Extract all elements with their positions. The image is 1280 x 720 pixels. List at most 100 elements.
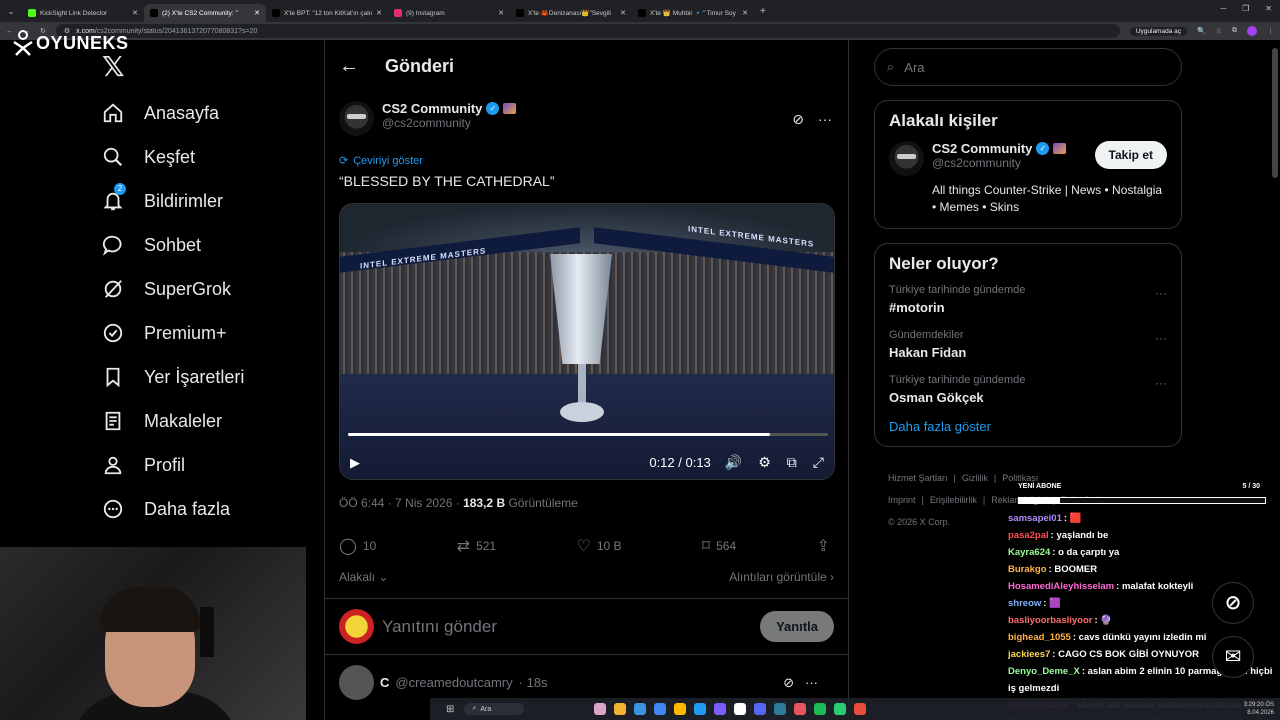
- tab-search-icon[interactable]: ⌄: [0, 7, 22, 16]
- reply-submit-button[interactable]: Yanıtla: [760, 611, 834, 642]
- post-author[interactable]: CS2 Community ✓ @cs2community: [339, 101, 834, 136]
- url-field[interactable]: ⚙ x.com/cs2community/status/204136137207…: [55, 24, 1120, 38]
- extensions-icon[interactable]: ⧉: [1232, 27, 1237, 35]
- bookmark-button[interactable]: ⌑ 564: [702, 536, 736, 556]
- footer-link[interactable]: Erişilebilirlik: [930, 495, 977, 505]
- related-person-avatar[interactable]: [889, 141, 924, 176]
- open-in-app-button[interactable]: Uygulamada aç: [1129, 26, 1187, 36]
- browser-tab[interactable]: X'te 🦀Denizanası👑"Sevgili ✕: [510, 4, 632, 22]
- close-window-icon[interactable]: ✕: [1265, 4, 1272, 13]
- footer-link[interactable]: Imprint: [888, 495, 916, 505]
- nav-item-supergrok[interactable]: SuperGrok: [92, 267, 322, 311]
- browser-tab[interactable]: KickSight Link Detector ✕: [22, 4, 144, 22]
- related-person[interactable]: CS2 Community ✓ @cs2community Takip et: [889, 141, 1167, 176]
- reply-input[interactable]: Yanıtını gönder: [382, 617, 752, 637]
- nav-item-premium-[interactable]: Premium+: [92, 311, 322, 355]
- taskbar-app-icon[interactable]: [734, 703, 747, 715]
- trend-more-icon[interactable]: ···: [1155, 286, 1167, 300]
- translate-link[interactable]: ⟳ Çeviriyi göster: [339, 154, 834, 168]
- chat-username[interactable]: Denyo_Deme_X: [1008, 666, 1080, 677]
- taskbar-app-icon[interactable]: [794, 703, 807, 715]
- chat-username[interactable]: Kayra624: [1008, 547, 1050, 558]
- tab-close-icon[interactable]: ✕: [132, 9, 138, 17]
- trend-item[interactable]: Gündemdekiler Hakan Fidan ···: [889, 329, 1167, 360]
- next-post-avatar[interactable]: [339, 665, 374, 700]
- chat-username[interactable]: samsapei01: [1008, 513, 1062, 524]
- grok-float-button[interactable]: ⊘: [1212, 582, 1254, 624]
- tab-close-icon[interactable]: ✕: [376, 9, 382, 17]
- related-person-name[interactable]: CS2 Community: [932, 141, 1032, 156]
- nav-item-makaleler[interactable]: Makaleler: [92, 399, 322, 443]
- star-icon[interactable]: ☆: [1216, 27, 1222, 35]
- taskbar-app-icon[interactable]: [834, 703, 847, 715]
- nav-item-bildirimler[interactable]: 2 Bildirimler: [92, 179, 322, 223]
- search-box[interactable]: ⌕ Ara: [874, 48, 1182, 86]
- chat-username[interactable]: pasa2pal: [1008, 530, 1049, 541]
- x-logo-icon[interactable]: 𝕏: [102, 50, 322, 83]
- taskbar-app-icon[interactable]: [854, 703, 867, 715]
- footer-link[interactable]: Gizlilik: [962, 473, 988, 483]
- browser-tab[interactable]: (9) Instagram ✕: [388, 4, 510, 22]
- taskbar-app-icon[interactable]: [634, 703, 647, 715]
- chat-username[interactable]: basliyoorbasliyoor: [1008, 615, 1092, 626]
- chat-username[interactable]: Burakgo: [1008, 564, 1047, 575]
- maximize-icon[interactable]: ❐: [1242, 4, 1249, 13]
- share-button[interactable]: ⇪: [817, 536, 830, 556]
- repost-button[interactable]: ⇄ 521: [457, 536, 496, 556]
- browser-menu-icon[interactable]: ⋮: [1267, 27, 1274, 35]
- author-avatar[interactable]: [339, 101, 374, 136]
- messages-float-button[interactable]: ✉: [1212, 636, 1254, 678]
- nav-item-keşfet[interactable]: Keşfet: [92, 135, 322, 179]
- volume-icon[interactable]: 🔊: [725, 454, 742, 471]
- view-quotes-link[interactable]: Alıntıları görüntüle ›: [729, 570, 834, 584]
- taskbar-app-icon[interactable]: [674, 703, 687, 715]
- next-post-name[interactable]: C: [380, 675, 389, 690]
- chat-username[interactable]: HosamediAleyhisselam: [1008, 581, 1114, 592]
- show-more-link[interactable]: Daha fazla göster: [889, 419, 1167, 434]
- reply-button[interactable]: ◯ 10: [339, 536, 376, 556]
- new-tab-button[interactable]: +: [754, 6, 772, 17]
- fullscreen-icon[interactable]: ⤢: [813, 454, 824, 471]
- taskbar-search[interactable]: ⌕ Ara: [464, 703, 525, 715]
- post-time[interactable]: ÖÖ 6:44 · 7 Nis 2026 ·: [339, 496, 460, 510]
- like-button[interactable]: ♡ 10 B: [576, 536, 621, 556]
- nav-item-yer-i-şaretleri[interactable]: Yer İşaretleri: [92, 355, 322, 399]
- author-handle[interactable]: @cs2community: [382, 116, 516, 130]
- windows-start-icon[interactable]: ⊞: [446, 704, 454, 715]
- trend-more-icon[interactable]: ···: [1155, 331, 1167, 345]
- follow-button[interactable]: Takip et: [1094, 141, 1167, 169]
- browser-tab[interactable]: X'te BPT: "12 ton KitKat'ın çalın ✕: [266, 4, 388, 22]
- related-dropdown[interactable]: Alakalı ⌄: [339, 570, 388, 584]
- back-arrow-icon[interactable]: ←: [339, 55, 359, 78]
- tab-close-icon[interactable]: ✕: [742, 9, 748, 17]
- tab-close-icon[interactable]: ✕: [620, 9, 626, 17]
- nav-item-daha-fazla[interactable]: Daha fazla: [92, 487, 322, 531]
- next-post-more-icon[interactable]: ⊘ ···: [783, 675, 818, 691]
- minimize-icon[interactable]: ─: [1220, 4, 1226, 13]
- next-post[interactable]: C @creamedoutcamry · 18s ⊘ ···: [339, 665, 834, 700]
- taskbar-app-icon[interactable]: [594, 703, 607, 715]
- profile-avatar[interactable]: [1247, 26, 1257, 36]
- chat-username[interactable]: bighead_1055: [1008, 632, 1071, 643]
- my-avatar[interactable]: [339, 609, 374, 644]
- pip-icon[interactable]: ⧉: [787, 454, 797, 471]
- zoom-icon[interactable]: 🔍: [1197, 27, 1206, 35]
- play-icon[interactable]: ▶: [350, 455, 360, 471]
- chat-username[interactable]: shreow: [1008, 598, 1041, 609]
- video-player[interactable]: INTEL EXTREME MASTERS INTEL EXTREME MAST…: [339, 203, 835, 480]
- tab-close-icon[interactable]: ✕: [254, 9, 260, 17]
- taskbar-app-icon[interactable]: [774, 703, 787, 715]
- author-name[interactable]: CS2 Community: [382, 101, 482, 116]
- trend-item[interactable]: Türkiye tarihinde gündemde Osman Gökçek ··…: [889, 374, 1167, 405]
- trend-item[interactable]: Türkiye tarihinde gündemde #motorin ···: [889, 284, 1167, 315]
- taskbar-app-icon[interactable]: [714, 703, 727, 715]
- chat-username[interactable]: jackiees7: [1008, 649, 1050, 660]
- nav-item-anasayfa[interactable]: Anasayfa: [92, 91, 322, 135]
- nav-item-profil[interactable]: Profil: [92, 443, 322, 487]
- next-post-handle[interactable]: @creamedoutcamry: [395, 675, 512, 690]
- trend-more-icon[interactable]: ···: [1155, 376, 1167, 390]
- tab-close-icon[interactable]: ✕: [498, 9, 504, 17]
- taskbar-app-icon[interactable]: [654, 703, 667, 715]
- video-progress-bar[interactable]: [348, 433, 828, 436]
- browser-tab[interactable]: X'te 👑 Muhbir 🔹" Timur Soy ✕: [632, 4, 754, 22]
